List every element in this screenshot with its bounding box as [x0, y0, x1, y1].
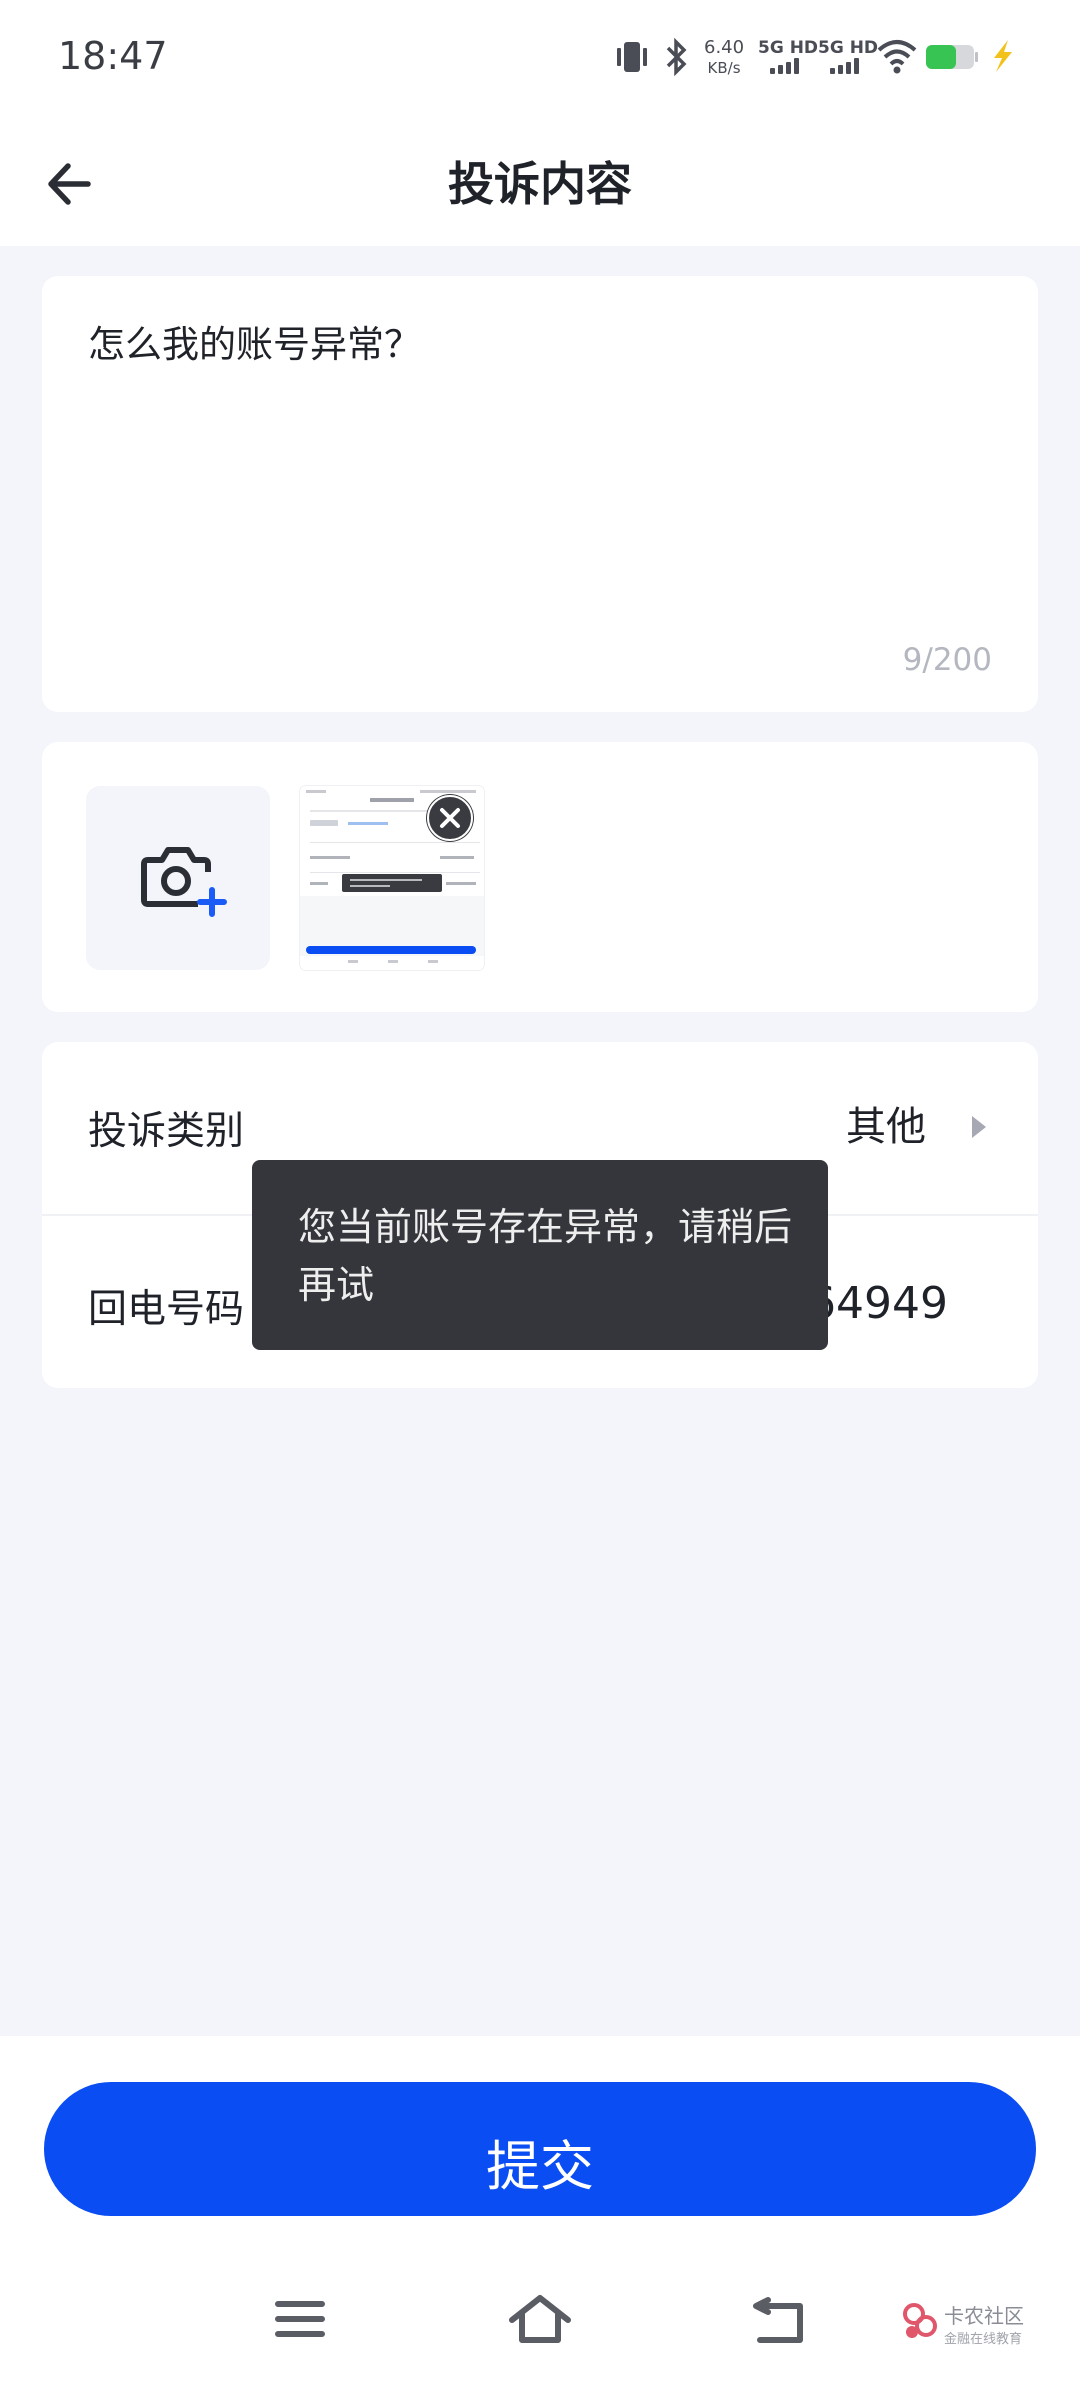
- remove-image-button[interactable]: [426, 794, 474, 842]
- watermark: 卡农社区 金融在线教育: [900, 2296, 1060, 2366]
- home-icon: [509, 2295, 571, 2343]
- chevron-right-icon[interactable]: [972, 1116, 986, 1138]
- net-speed-unit: KB/s: [707, 59, 741, 77]
- add-photo-button[interactable]: [86, 786, 270, 970]
- complaint-content-card[interactable]: 怎么我的账号异常？ 9/200: [42, 276, 1038, 712]
- phone-label: 回电号码: [88, 1287, 245, 1332]
- sim1-label: 5G HD: [758, 38, 819, 58]
- submit-button[interactable]: 提交: [44, 2082, 1036, 2216]
- net-speed-value: 6.40: [704, 37, 745, 58]
- status-bar: 18:47 6.40 KB/s 5G HD 5G HD: [0, 0, 1080, 120]
- net-speed: 6.40 KB/s: [704, 38, 744, 78]
- toast: 您当前账号存在异常，请稍后再试: [252, 1160, 828, 1350]
- camera-add-icon: [141, 847, 227, 917]
- char-count: 9/200: [902, 642, 992, 678]
- watermark-logo: [903, 2303, 937, 2338]
- signal-icon: [770, 56, 806, 74]
- vibrate-icon: [617, 42, 647, 72]
- charging-icon: [994, 40, 1012, 72]
- category-label: 投诉类别: [88, 1109, 245, 1154]
- watermark-title: 卡农社区: [944, 2304, 1024, 2328]
- bluetooth-icon: [666, 37, 687, 77]
- app-header: 投诉内容: [0, 120, 1080, 246]
- signal-icon: [830, 56, 866, 74]
- menu-icon: [275, 2301, 325, 2337]
- battery-icon: [926, 45, 978, 69]
- watermark-subtitle: 金融在线教育: [944, 2332, 1023, 2347]
- image-upload-card: [42, 742, 1038, 1012]
- submit-label: 提交: [486, 2135, 594, 2198]
- nav-back-button[interactable]: [740, 2284, 820, 2354]
- status-time: 18:47: [58, 34, 168, 78]
- complaint-textarea[interactable]: 怎么我的账号异常？: [88, 314, 421, 368]
- category-value[interactable]: 其他: [846, 1094, 926, 1152]
- nav-home-button[interactable]: [500, 2284, 580, 2354]
- page-title: 投诉内容: [448, 157, 632, 211]
- sim2-label: 5G HD: [818, 38, 879, 58]
- close-icon: [427, 795, 473, 841]
- toast-message: 您当前账号存在异常，请稍后再试: [298, 1205, 793, 1307]
- back-icon: [753, 2297, 803, 2343]
- wifi-icon: [877, 40, 917, 74]
- nav-menu-button[interactable]: [260, 2284, 340, 2354]
